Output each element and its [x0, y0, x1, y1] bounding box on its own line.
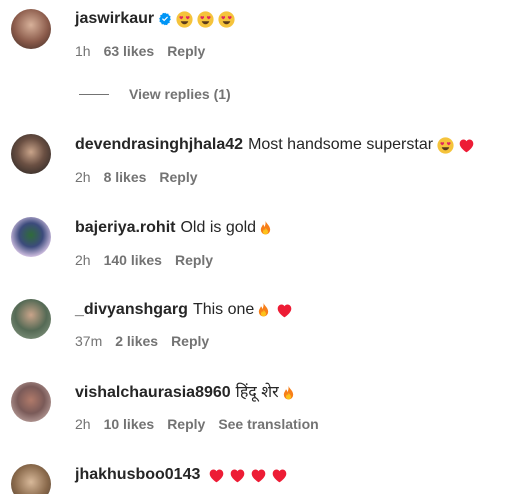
heart-eyes-emoji-icon	[176, 10, 193, 28]
comment-text: हिंदू शेर	[235, 384, 279, 401]
avatar[interactable]	[11, 464, 51, 494]
avatar[interactable]	[11, 217, 51, 257]
red-heart-emoji-icon	[271, 467, 288, 484]
heart-eyes-emoji-icon	[197, 10, 214, 28]
comment-username[interactable]: vishalchaurasia8960	[75, 383, 231, 403]
comment-time: 2h	[75, 169, 91, 185]
reply-button[interactable]: Reply	[167, 415, 205, 433]
comment-username[interactable]: bajeriya.rohit	[75, 218, 175, 238]
comment-text: Most handsome superstar	[248, 136, 434, 153]
red-heart-emoji-icon	[276, 302, 293, 319]
fire-emoji-icon	[280, 385, 297, 402]
comment-time: 2h	[75, 252, 91, 268]
comment-text: This one	[192, 301, 255, 318]
comment-username[interactable]: jaswirkaur	[75, 9, 154, 29]
comment-time: 1h	[75, 43, 91, 59]
reply-button[interactable]: Reply	[159, 168, 197, 186]
avatar[interactable]	[11, 382, 51, 422]
red-heart-emoji-icon	[208, 467, 225, 484]
avatar[interactable]	[11, 134, 51, 174]
comment-likes[interactable]: 8 likes	[104, 168, 147, 186]
view-replies-label: View replies (1)	[129, 86, 231, 102]
reply-button[interactable]: Reply	[167, 42, 205, 60]
verified-badge-icon	[158, 12, 172, 26]
fire-emoji-icon	[257, 220, 274, 237]
heart-eyes-emoji-icon	[218, 10, 235, 28]
comment-username[interactable]: devendrasinghjhala42	[75, 135, 243, 155]
heart-eyes-emoji-icon	[437, 136, 454, 154]
fire-emoji-icon	[255, 302, 272, 319]
comment-time: 37m	[75, 333, 103, 349]
red-heart-emoji-icon	[458, 137, 475, 154]
avatar[interactable]	[11, 9, 51, 49]
view-replies-button[interactable]: View replies (1)	[79, 86, 231, 102]
red-heart-emoji-icon	[229, 467, 246, 484]
comment-likes[interactable]: 10 likes	[104, 415, 155, 433]
comment-likes[interactable]: 63 likes	[104, 42, 155, 60]
divider	[79, 93, 109, 95]
reply-button[interactable]: Reply	[171, 332, 209, 350]
see-translation-button[interactable]: See translation	[218, 415, 318, 433]
avatar[interactable]	[11, 299, 51, 339]
comment-time: 2h	[75, 416, 91, 432]
comment-username[interactable]: jhakhusboo0143	[75, 465, 200, 485]
comment-likes[interactable]: 2 likes	[115, 332, 158, 350]
comment-username[interactable]: _divyanshgarg	[75, 300, 188, 320]
comment-text: Old is gold	[180, 219, 257, 236]
red-heart-emoji-icon	[250, 467, 267, 484]
reply-button[interactable]: Reply	[175, 251, 213, 269]
comment-likes[interactable]: 140 likes	[104, 251, 162, 269]
